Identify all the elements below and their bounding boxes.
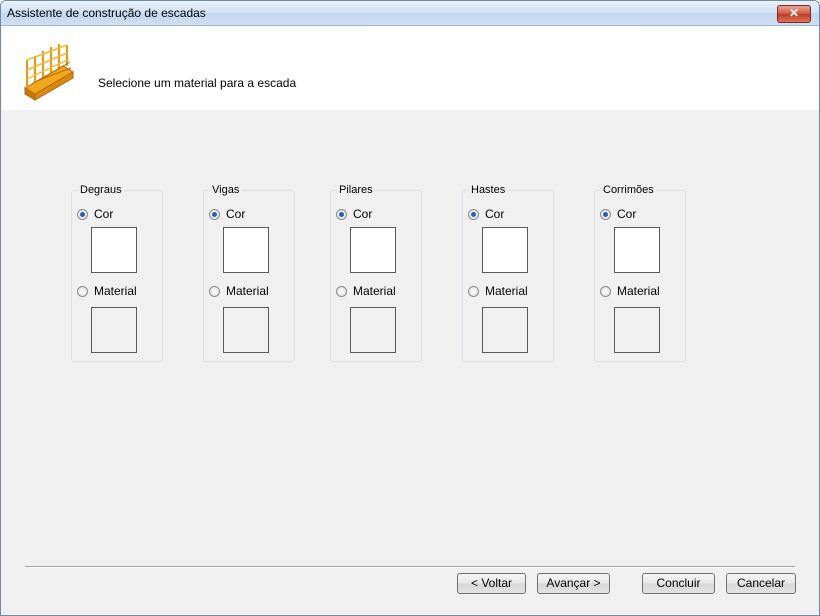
- group-title: Degraus: [78, 184, 124, 196]
- color-swatch[interactable]: [614, 227, 660, 273]
- stair-icon: [24, 44, 74, 101]
- next-button[interactable]: Avançar >: [537, 573, 610, 594]
- material-radio[interactable]: Material: [468, 283, 528, 299]
- color-radio[interactable]: Cor: [336, 206, 372, 222]
- radio-button[interactable]: [468, 208, 479, 220]
- material-radio[interactable]: Material: [336, 283, 396, 299]
- material-radio-label: Material: [485, 284, 528, 298]
- color-radio[interactable]: Cor: [209, 206, 245, 222]
- close-icon: ✕: [788, 6, 800, 20]
- material-radio-label: Material: [617, 284, 660, 298]
- cancel-button[interactable]: Cancelar: [726, 573, 796, 594]
- color-radio-label: Cor: [617, 207, 637, 221]
- group-title: Corrimões: [601, 184, 656, 196]
- material-swatch[interactable]: [223, 307, 269, 353]
- radio-button[interactable]: [336, 208, 347, 220]
- color-radio-label: Cor: [94, 207, 114, 221]
- group-title: Pilares: [337, 184, 375, 196]
- group-title: Hastes: [469, 184, 508, 196]
- color-swatch[interactable]: [482, 227, 528, 273]
- window-title: Assistente de construção de escadas: [7, 6, 206, 20]
- radio-button[interactable]: [209, 285, 220, 297]
- radio-button[interactable]: [600, 208, 611, 220]
- separator: [25, 566, 795, 568]
- back-button[interactable]: < Voltar: [457, 573, 526, 594]
- color-radio[interactable]: Cor: [600, 206, 636, 222]
- group-0: Degraus Cor Material: [71, 184, 163, 362]
- title-bar[interactable]: Assistente de construção de escadas ✕: [1, 1, 819, 26]
- radio-button[interactable]: [209, 208, 220, 220]
- material-radio[interactable]: Material: [77, 283, 137, 299]
- finish-button[interactable]: Concluir: [642, 573, 715, 594]
- instruction-text: Selecione um material para a escada: [98, 76, 297, 90]
- radio-button[interactable]: [77, 208, 88, 220]
- group-title: Vigas: [210, 184, 242, 196]
- group-1: Vigas Cor Material: [203, 184, 295, 362]
- radio-button[interactable]: [600, 285, 611, 297]
- radio-button[interactable]: [77, 285, 88, 297]
- group-2: Pilares Cor Material: [330, 184, 422, 362]
- radio-button[interactable]: [468, 285, 479, 297]
- material-radio-label: Material: [353, 284, 396, 298]
- material-swatch[interactable]: [350, 307, 396, 353]
- material-swatch[interactable]: [614, 307, 660, 353]
- group-4: Corrimões Cor Material: [594, 184, 686, 362]
- group-3: Hastes Cor Material: [462, 184, 554, 362]
- material-swatch[interactable]: [482, 307, 528, 353]
- color-radio-label: Cor: [485, 207, 505, 221]
- wizard-window: Assistente de construção de escadas ✕ Se…: [0, 0, 820, 616]
- wizard-header: Selecione um material para a escada: [1, 26, 819, 110]
- material-radio-label: Material: [226, 284, 269, 298]
- material-radio[interactable]: Material: [600, 283, 660, 299]
- material-radio[interactable]: Material: [209, 283, 269, 299]
- color-radio-label: Cor: [353, 207, 373, 221]
- color-swatch[interactable]: [223, 227, 269, 273]
- color-radio-label: Cor: [226, 207, 246, 221]
- close-button[interactable]: ✕: [777, 5, 811, 23]
- material-panel: Degraus Cor Material Vigas Cor Material Pilare…: [1, 110, 819, 615]
- radio-button[interactable]: [336, 285, 347, 297]
- color-radio[interactable]: Cor: [468, 206, 504, 222]
- color-radio[interactable]: Cor: [77, 206, 113, 222]
- material-swatch[interactable]: [91, 307, 137, 353]
- color-swatch[interactable]: [91, 227, 137, 273]
- material-radio-label: Material: [94, 284, 137, 298]
- color-swatch[interactable]: [350, 227, 396, 273]
